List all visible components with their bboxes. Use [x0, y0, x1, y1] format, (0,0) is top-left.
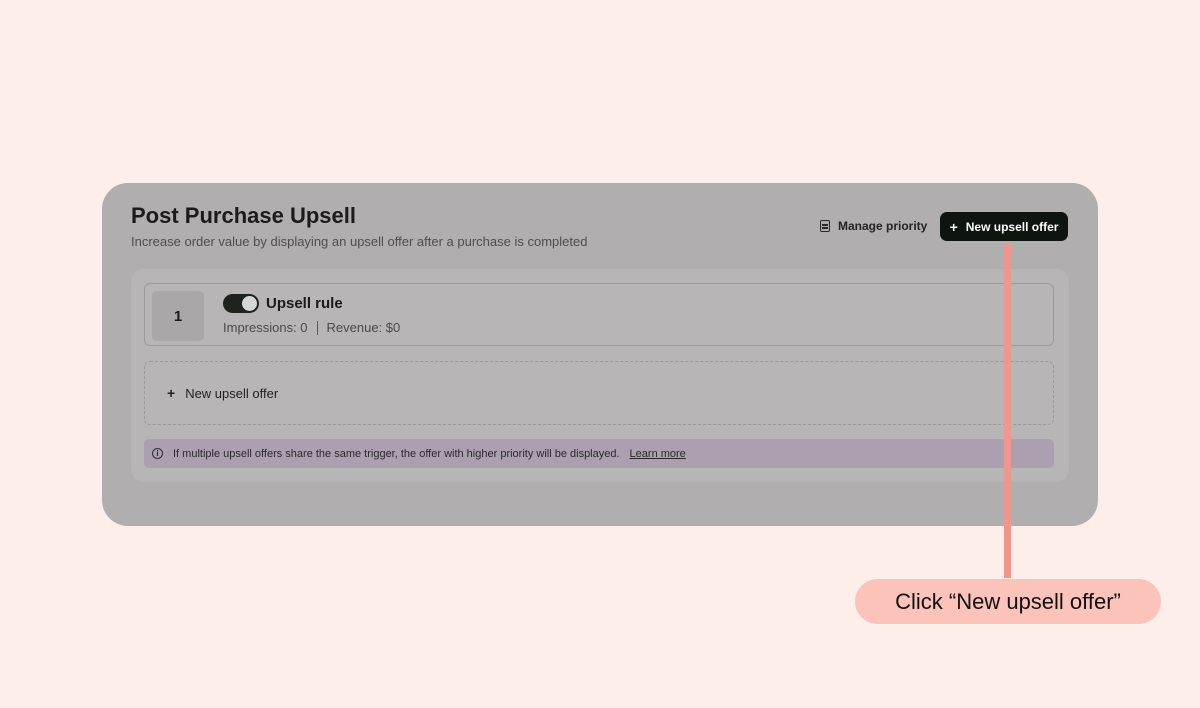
manage-priority-button[interactable]: Manage priority	[820, 216, 927, 236]
revenue-stat: Revenue: $0	[326, 320, 401, 335]
new-upsell-offer-label: New upsell offer	[965, 219, 1059, 234]
upsell-card: Post Purchase Upsell Increase order valu…	[102, 183, 1098, 526]
rule-enabled-toggle[interactable]	[223, 294, 259, 313]
page-title: Post Purchase Upsell	[131, 203, 356, 228]
stat-separator	[316, 320, 318, 335]
plus-icon: +	[167, 385, 176, 401]
rule-name: Upsell rule	[266, 295, 343, 312]
new-upsell-offer-button[interactable]: + New upsell offer	[940, 212, 1068, 241]
info-icon: i	[152, 448, 163, 459]
upsell-rule-row[interactable]: 1 Upsell rule Impressions: 0 Revenue: $0	[144, 283, 1054, 346]
toggle-knob	[242, 296, 257, 311]
add-upsell-offer-label: New upsell offer	[185, 385, 279, 401]
offers-panel: 1 Upsell rule Impressions: 0 Revenue: $0…	[131, 269, 1069, 482]
priority-rank: 1	[152, 291, 204, 341]
callout-pointer	[1004, 244, 1011, 578]
manage-priority-label: Manage priority	[838, 219, 928, 233]
plus-icon: +	[949, 218, 958, 235]
list-icon	[820, 220, 830, 232]
rule-stats: Impressions: 0 Revenue: $0	[223, 320, 400, 335]
info-text: If multiple upsell offers share the same…	[173, 447, 620, 460]
impressions-stat: Impressions: 0	[223, 320, 308, 335]
priority-info-banner: i If multiple upsell offers share the sa…	[144, 439, 1054, 468]
callout-bubble: Click “New upsell offer”	[855, 579, 1161, 624]
page-subtitle: Increase order value by displaying an up…	[131, 234, 588, 249]
learn-more-link[interactable]: Learn more	[630, 448, 686, 460]
add-upsell-offer-row[interactable]: + New upsell offer	[144, 361, 1054, 425]
